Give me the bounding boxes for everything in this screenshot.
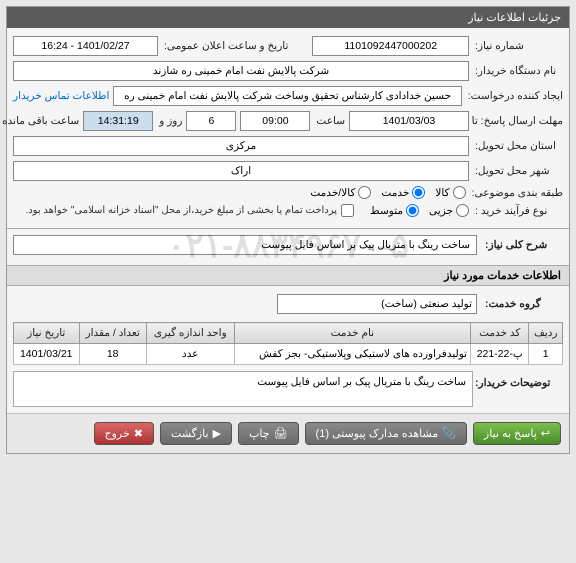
back-button[interactable]: ▶ بازگشت [160, 422, 232, 445]
col-qty: تعداد / مقدار [79, 323, 146, 344]
radio-small[interactable]: جزیی [429, 204, 469, 217]
main-desc-field[interactable] [13, 235, 477, 255]
delivery-city-label: شهر محل تحویل: [473, 165, 563, 177]
cell-qty: 18 [79, 344, 146, 365]
service-group-field[interactable] [277, 294, 477, 314]
row-creator: ایجاد کننده درخواست: اطلاعات تماس خریدار [13, 86, 563, 106]
time-left-field[interactable] [83, 111, 153, 131]
row-process-type: نوع فرآیند خرید : جزیی متوسط پرداخت تمام… [13, 204, 563, 217]
delivery-prov-field[interactable] [13, 136, 469, 156]
attachment-icon: 📎 [442, 427, 456, 440]
col-need-date: تاریخ نیاز [14, 323, 80, 344]
buyer-notes-label: توضیحات خریدار: [473, 371, 563, 407]
services-info-header: اطلاعات خدمات مورد نیاز [7, 265, 569, 286]
payment-note-text: پرداخت تمام یا بخشی از مبلغ خرید،از محل … [25, 205, 337, 216]
payment-note-checkbox[interactable]: پرداخت تمام یا بخشی از مبلغ خرید،از محل … [25, 204, 354, 217]
row-delivery-city: شهر محل تحویل: [13, 161, 563, 181]
days-and-label: روز و [157, 115, 182, 127]
need-no-label: شماره نیاز: [473, 40, 563, 52]
buyer-notes-content: ساخت رینگ با متریال پیک بر اساس فایل پیو… [13, 371, 473, 407]
form-area: شماره نیاز: تاریخ و ساعت اعلان عمومی: نا… [7, 28, 569, 228]
subject-class-radios: کالا خدمت کالا/خدمت [310, 186, 465, 199]
print-icon: 🖨 [274, 427, 288, 440]
row-delivery-prov: استان محل تحویل: [13, 136, 563, 156]
remaining-label: ساعت باقی مانده [0, 115, 79, 127]
button-bar: ↩ پاسخ به نیاز 📎 مشاهده مدارک پیوستی (1)… [7, 413, 569, 453]
service-group-label: گروه خدمت: [483, 298, 563, 310]
radio-service[interactable]: خدمت [381, 186, 425, 199]
exit-button[interactable]: ✖ خروج [94, 422, 155, 445]
reply-icon: ↩ [541, 427, 550, 440]
radio-medium[interactable]: متوسط [370, 204, 419, 217]
delivery-prov-label: استان محل تحویل: [473, 140, 563, 152]
row-buyer-org: نام دستگاه خریدار: [13, 61, 563, 81]
cell-row-no: 1 [529, 344, 563, 365]
process-label: نوع فرآیند خرید : [473, 205, 563, 217]
back-icon: ▶ [213, 427, 221, 440]
buyer-org-label: نام دستگاه خریدار: [473, 65, 563, 77]
cell-service-name: تولیدفراورده های لاستیکی وپلاستیکی- بجز … [234, 344, 470, 365]
creator-label: ایجاد کننده درخواست: [466, 90, 563, 102]
time-label-1: ساعت [314, 115, 345, 127]
row-deadline: مهلت ارسال پاسخ: تا تاریخ: ساعت روز و سا… [13, 111, 563, 131]
need-details-panel: جزئیات اطلاعات نیاز شماره نیاز: تاریخ و … [6, 6, 570, 454]
buyer-contact-link[interactable]: اطلاعات تماس خریدار [13, 90, 109, 102]
respond-button[interactable]: ↩ پاسخ به نیاز [473, 422, 561, 445]
row-need-no: شماره نیاز: تاریخ و ساعت اعلان عمومی: [13, 36, 563, 56]
col-service-code: کد خدمت [471, 323, 529, 344]
buyer-notes-row: توضیحات خریدار: ساخت رینگ با متریال پیک … [13, 371, 563, 407]
col-row-no: ردیف [529, 323, 563, 344]
main-desc-label: شرح کلی نیاز: [483, 239, 563, 251]
col-unit: واحد اندازه گیری [146, 323, 234, 344]
deadline-time-field[interactable] [240, 111, 310, 131]
table-row[interactable]: 1 پ-22-221 تولیدفراورده های لاستیکی وپلا… [14, 344, 563, 365]
delivery-city-field[interactable] [13, 161, 469, 181]
attachments-button[interactable]: 📎 مشاهده مدارک پیوستی (1) [305, 422, 467, 445]
table-header-row: ردیف کد خدمت نام خدمت واحد اندازه گیری ت… [14, 323, 563, 344]
deadline-date-field[interactable] [349, 111, 469, 131]
services-table: ردیف کد خدمت نام خدمت واحد اندازه گیری ت… [13, 322, 563, 365]
need-no-field[interactable] [312, 36, 469, 56]
days-left-field[interactable] [186, 111, 236, 131]
cell-service-code: پ-22-221 [471, 344, 529, 365]
exit-icon: ✖ [134, 427, 143, 440]
row-subject-class: طبقه بندی موضوعی: کالا خدمت کالا/خدمت [13, 186, 563, 199]
service-group-row: گروه خدمت: [7, 290, 569, 318]
process-radios: جزیی متوسط [370, 204, 469, 217]
radio-both[interactable]: کالا/خدمت [310, 186, 371, 199]
print-button[interactable]: 🖨 چاپ [238, 422, 298, 445]
announce-datetime-field[interactable] [13, 36, 158, 56]
main-desc-row: شرح کلی نیاز: [7, 229, 569, 261]
cell-need-date: 1401/03/21 [14, 344, 80, 365]
announce-label: تاریخ و ساعت اعلان عمومی: [162, 40, 288, 52]
radio-goods[interactable]: کالا [435, 186, 465, 199]
buyer-org-field[interactable] [13, 61, 469, 81]
deadline-label: مهلت ارسال پاسخ: تا تاریخ: [473, 115, 563, 127]
cell-unit: عدد [146, 344, 234, 365]
subject-class-label: طبقه بندی موضوعی: [470, 187, 563, 199]
col-service-name: نام خدمت [234, 323, 470, 344]
creator-field[interactable] [113, 86, 461, 106]
table-container: ردیف کد خدمت نام خدمت واحد اندازه گیری ت… [7, 322, 569, 413]
panel-title: جزئیات اطلاعات نیاز [7, 7, 569, 28]
